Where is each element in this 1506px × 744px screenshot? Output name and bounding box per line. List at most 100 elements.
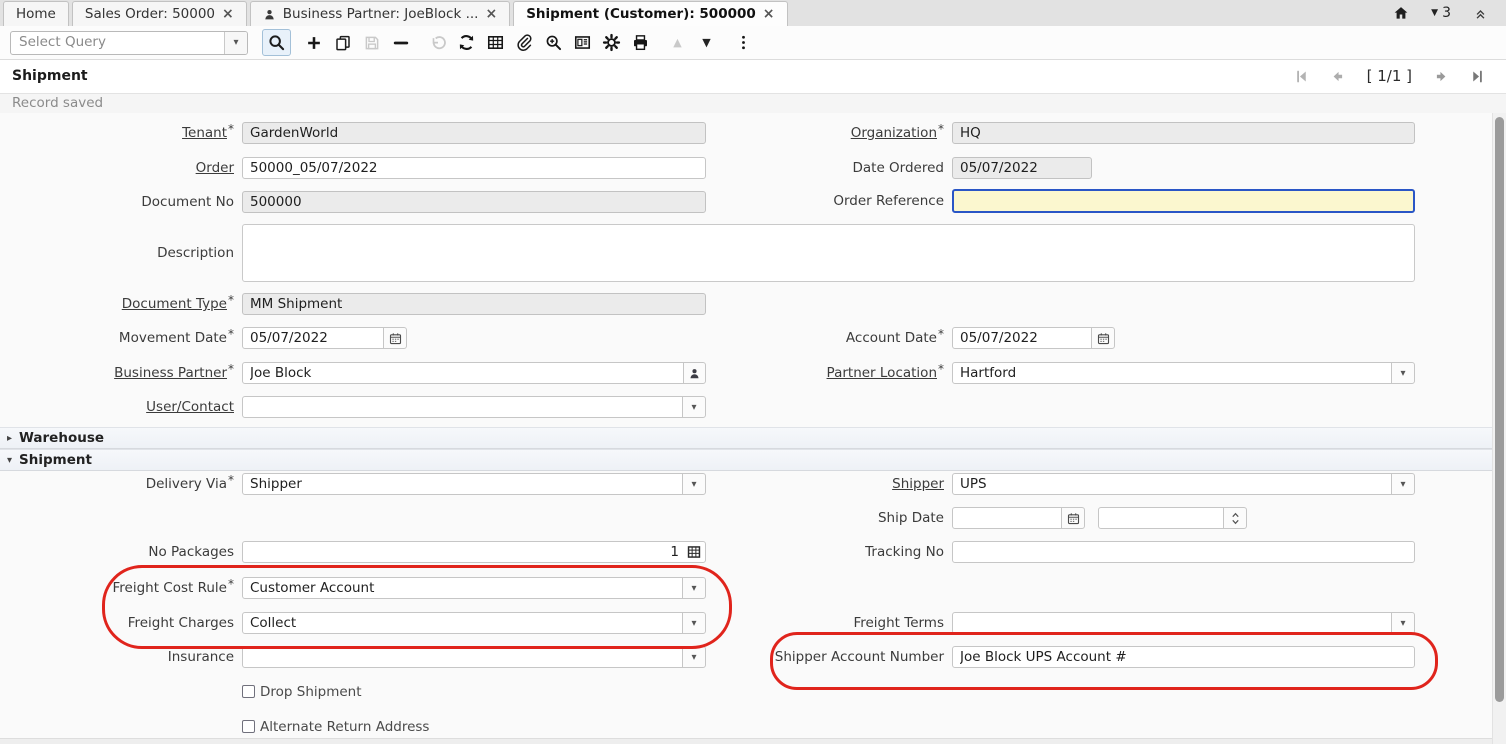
select-query-combo[interactable]: Select Query ▾ xyxy=(10,31,248,55)
calendar-icon[interactable] xyxy=(1091,327,1115,349)
scrollbar-thumb[interactable] xyxy=(1495,117,1504,702)
drop-shipment-checkbox[interactable] xyxy=(242,685,255,698)
insurance-label: Insurance xyxy=(8,646,234,668)
toolbar: Select Query ▾ ▲ ▼ xyxy=(0,26,1506,60)
shipper-label[interactable]: Shipper xyxy=(714,473,944,495)
close-icon[interactable]: × xyxy=(485,7,497,21)
business-partner-record-icon[interactable] xyxy=(683,362,706,384)
tab-home-label: Home xyxy=(16,6,56,22)
partner-location-label[interactable]: Partner Location xyxy=(714,362,944,384)
chevron-down-icon[interactable]: ▾ xyxy=(682,612,706,634)
caret-down-icon: ▼ xyxy=(1431,8,1438,18)
description-field[interactable] xyxy=(242,224,1415,282)
shipper-account-number-field[interactable] xyxy=(952,646,1415,668)
freight-charges-field[interactable] xyxy=(242,612,683,634)
calendar-icon[interactable] xyxy=(383,327,407,349)
chevron-down-icon[interactable]: ▾ xyxy=(682,577,706,599)
tab-home[interactable]: Home xyxy=(3,1,69,26)
account-date-label: Account Date xyxy=(714,327,944,349)
tab-bar: Home Sales Order: 50000 × Business Partn… xyxy=(0,0,1506,27)
print-icon[interactable] xyxy=(626,30,655,56)
chevron-down-icon[interactable]: ▾ xyxy=(1391,362,1415,384)
select-query-placeholder: Select Query xyxy=(19,34,106,50)
report-icon[interactable] xyxy=(568,30,597,56)
no-packages-label: No Packages xyxy=(8,541,234,563)
time-spinner[interactable] xyxy=(1223,507,1247,529)
document-no-label: Document No xyxy=(8,191,234,213)
first-record-icon[interactable] xyxy=(1291,65,1313,87)
business-partner-field[interactable] xyxy=(242,362,684,384)
copy-record-button[interactable] xyxy=(328,30,357,56)
insurance-field[interactable] xyxy=(242,646,683,668)
account-date-field[interactable] xyxy=(952,327,1092,349)
title-bar: Shipment [ 1/1 ] xyxy=(0,60,1506,93)
attachment-icon[interactable] xyxy=(510,30,539,56)
zoom-across-icon[interactable] xyxy=(539,30,568,56)
alternate-return-address-checkbox[interactable] xyxy=(242,720,255,733)
chevron-down-icon[interactable]: ▾ xyxy=(682,646,706,668)
tracking-no-field[interactable] xyxy=(952,541,1415,563)
tab-sales-order[interactable]: Sales Order: 50000 × xyxy=(72,1,247,26)
collapse-header-icon[interactable] xyxy=(1473,6,1488,21)
window-list-dropdown[interactable]: ▼ 3 xyxy=(1431,5,1451,21)
freight-cost-rule-field[interactable] xyxy=(242,577,683,599)
parent-record-icon: ▲ xyxy=(663,30,692,56)
tab-sales-order-label: Sales Order: 50000 xyxy=(85,6,215,22)
chevron-down-icon[interactable]: ▾ xyxy=(224,32,247,54)
process-gear-icon[interactable] xyxy=(597,30,626,56)
page-indicator: [ 1/1 ] xyxy=(1367,67,1412,85)
chevron-down-icon[interactable]: ▾ xyxy=(682,473,706,495)
tenant-field xyxy=(242,122,706,144)
requery-button[interactable] xyxy=(452,30,481,56)
tab-shipment-customer[interactable]: Shipment (Customer): 500000 × xyxy=(513,1,787,26)
user-contact-field[interactable] xyxy=(242,396,683,418)
business-partner-label[interactable]: Business Partner xyxy=(8,362,234,384)
next-record-icon[interactable] xyxy=(1430,65,1452,87)
expanded-arrow-icon: ▾ xyxy=(7,455,19,466)
document-type-label[interactable]: Document Type xyxy=(8,293,234,315)
freight-terms-field[interactable] xyxy=(952,612,1392,634)
partner-location-field[interactable] xyxy=(952,362,1392,384)
more-options-icon[interactable] xyxy=(729,30,758,56)
panel-bottom-edge xyxy=(0,738,1494,744)
previous-record-icon[interactable] xyxy=(1327,65,1349,87)
record-navigation: [ 1/1 ] xyxy=(1291,65,1488,87)
tenant-label[interactable]: Tenant xyxy=(8,122,234,144)
new-record-button[interactable] xyxy=(299,30,328,56)
order-field[interactable] xyxy=(242,157,706,179)
chevron-down-icon[interactable]: ▾ xyxy=(1391,473,1415,495)
home-icon[interactable] xyxy=(1393,5,1409,21)
user-icon xyxy=(263,8,276,21)
calculator-icon[interactable] xyxy=(686,544,702,560)
close-icon[interactable]: × xyxy=(222,7,234,21)
freight-cost-rule-label: Freight Cost Rule xyxy=(8,577,234,599)
document-type-field xyxy=(242,293,706,315)
order-reference-field[interactable] xyxy=(952,189,1415,213)
find-button[interactable] xyxy=(262,29,291,56)
vertical-scrollbar[interactable] xyxy=(1492,113,1506,744)
shipper-account-number-label: Shipper Account Number xyxy=(714,646,944,668)
tab-business-partner[interactable]: Business Partner: JoeBlock ... × xyxy=(250,1,510,26)
toggle-grid-icon[interactable] xyxy=(481,30,510,56)
delete-record-button[interactable] xyxy=(386,30,415,56)
movement-date-field[interactable] xyxy=(242,327,384,349)
shipper-field[interactable] xyxy=(952,473,1392,495)
detail-record-icon[interactable]: ▼ xyxy=(692,30,721,56)
collapsed-arrow-icon: ▸ xyxy=(7,433,19,444)
ship-date-field[interactable] xyxy=(952,507,1062,529)
save-button xyxy=(357,30,386,56)
last-record-icon[interactable] xyxy=(1466,65,1488,87)
section-warehouse[interactable]: ▸ Warehouse xyxy=(0,427,1494,449)
ship-time-field[interactable] xyxy=(1098,507,1224,529)
user-contact-label[interactable]: User/Contact xyxy=(8,396,234,418)
no-packages-field[interactable] xyxy=(242,541,706,563)
delivery-via-label: Delivery Via xyxy=(8,473,234,495)
calendar-icon[interactable] xyxy=(1061,507,1085,529)
organization-label[interactable]: Organization xyxy=(714,122,944,144)
close-icon[interactable]: × xyxy=(763,7,775,21)
section-shipment[interactable]: ▾ Shipment xyxy=(0,449,1494,471)
order-label[interactable]: Order xyxy=(8,157,234,179)
delivery-via-field[interactable] xyxy=(242,473,683,495)
chevron-down-icon[interactable]: ▾ xyxy=(682,396,706,418)
chevron-down-icon[interactable]: ▾ xyxy=(1391,612,1415,634)
